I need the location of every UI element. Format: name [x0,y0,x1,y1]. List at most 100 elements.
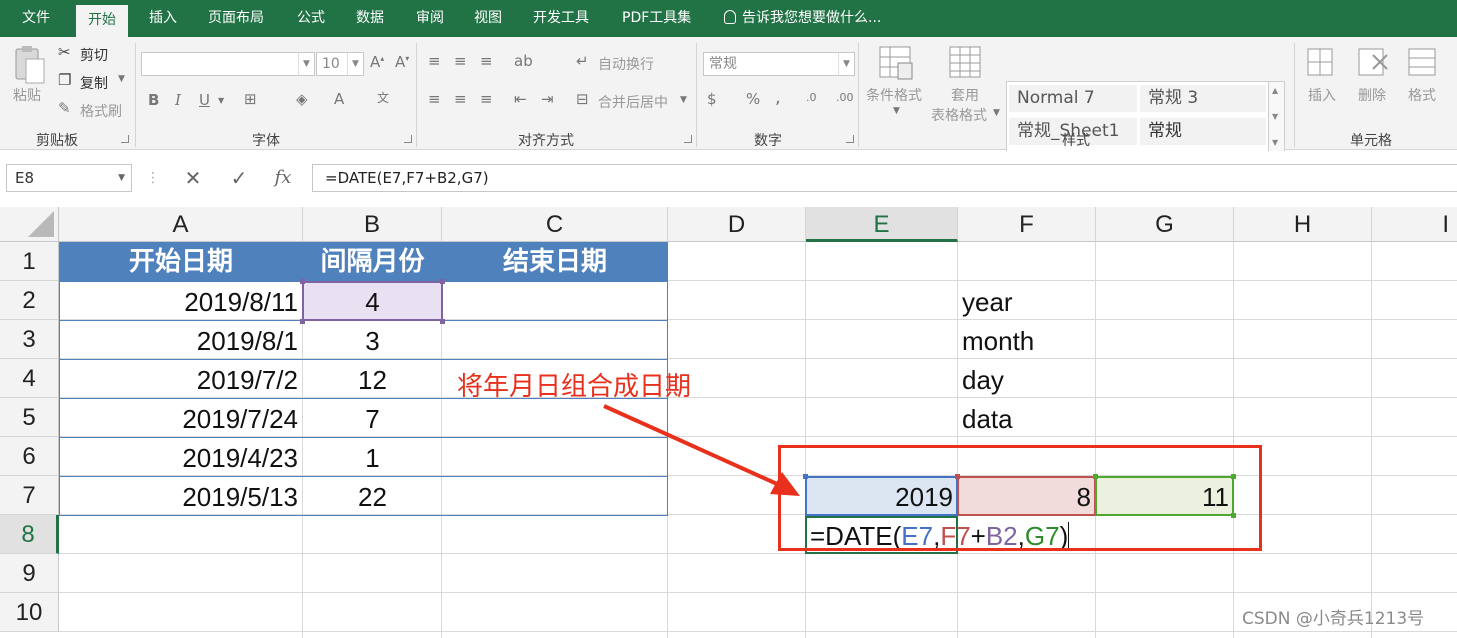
cell-a7[interactable]: 2019/5/13 [59,477,303,515]
cell-b7[interactable]: 22 [303,477,442,515]
wrap-text-button[interactable]: 自动换行 [598,54,654,74]
row-header-8[interactable]: 8 [0,515,59,554]
align-middle-icon[interactable]: ≡ [454,54,467,69]
cell-a3[interactable]: 2019/8/1 [59,321,303,359]
row-header-6[interactable]: 6 [0,437,59,476]
column-header-b[interactable]: B [303,207,442,242]
copy-button[interactable]: 复制 [80,73,108,93]
cut-button[interactable]: 剪切 [80,45,108,65]
number-launcher-icon[interactable] [846,135,854,143]
column-header-h[interactable]: H [1234,207,1372,242]
fill-color-icon[interactable]: ◈ [296,92,308,107]
shrink-font-icon[interactable]: A▾ [395,55,409,70]
font-launcher-icon[interactable] [404,135,412,143]
merge-dropdown-icon[interactable]: ▼ [680,96,687,105]
row-header-3[interactable]: 3 [0,320,59,359]
cell-f3[interactable]: month [957,321,1096,359]
tab-developer[interactable]: 开发工具 [533,0,589,37]
font-name-select[interactable]: ▼ [141,52,315,76]
tell-me-search[interactable]: 告诉我您想要做什么... [724,0,881,37]
row-header-1[interactable]: 1 [0,242,59,281]
insert-function-button[interactable]: fx [268,164,298,192]
increase-decimal-icon[interactable]: .0 [806,92,817,103]
style-normal-7[interactable]: Normal 7 [1009,85,1137,112]
row-header-4[interactable]: 4 [0,359,59,398]
column-header-a[interactable]: A [59,207,303,242]
percent-button[interactable]: % [746,92,760,107]
tab-pdf-tools[interactable]: PDF工具集 [622,0,691,37]
cell-f4[interactable]: day [957,360,1096,398]
cell-a2[interactable]: 2019/8/11 [59,282,303,320]
merge-center-button[interactable]: 合并后居中 [598,92,668,112]
cell-b6[interactable]: 1 [303,438,442,476]
underline-dropdown-icon[interactable]: ▼ [218,97,224,105]
chevron-down-icon[interactable]: ▼ [993,109,1000,118]
number-format-select[interactable]: 常规 ▼ [703,52,855,76]
format-cells-icon[interactable] [1407,45,1441,79]
format-painter-button[interactable]: 格式刷 [80,101,122,121]
cell-b5[interactable]: 7 [303,399,442,437]
clipboard-launcher-icon[interactable] [121,135,129,143]
currency-icon[interactable]: $ [707,92,717,107]
paste-label[interactable]: 粘贴 [13,85,41,105]
insert-cells-button[interactable]: 插入 [1308,85,1336,105]
column-header-c[interactable]: C [442,207,668,242]
align-top-icon[interactable]: ≡ [428,54,441,69]
increase-indent-icon[interactable]: ⇥ [541,92,554,107]
chevron-down-icon[interactable]: ▼ [893,107,900,116]
delete-cells-icon[interactable] [1357,45,1391,79]
chevron-up-icon[interactable]: ▲ [1272,86,1278,95]
cell-a5[interactable]: 2019/7/24 [59,399,303,437]
tab-view[interactable]: 视图 [474,0,502,37]
align-right-icon[interactable]: ≡ [480,92,493,107]
orientation-icon[interactable]: ab [514,54,533,69]
row-header-2[interactable]: 2 [0,281,59,320]
font-size-select[interactable]: 10 ▼ [316,52,364,76]
tab-insert[interactable]: 插入 [149,0,177,37]
cell-a4[interactable]: 2019/7/2 [59,360,303,398]
header-end-date[interactable]: 结束日期 [442,242,668,281]
more-icon[interactable]: ▼ [1272,138,1278,147]
header-start-date[interactable]: 开始日期 [59,242,303,281]
tab-review[interactable]: 审阅 [416,0,444,37]
formula-input[interactable]: =DATE(E7,F7+B2,G7) [312,164,1457,192]
cell-b2[interactable]: 4 [303,282,442,320]
tab-data[interactable]: 数据 [356,0,384,37]
cell-a6[interactable]: 2019/4/23 [59,438,303,476]
format-as-table-line1[interactable]: 套用 [951,85,979,105]
chevron-down-icon[interactable]: ▼ [118,165,125,191]
comma-button[interactable]: , [775,89,781,107]
column-header-g[interactable]: G [1096,207,1234,242]
phonetic-icon[interactable]: 文 [377,92,389,104]
cell-b4[interactable]: 12 [303,360,442,398]
worksheet-grid[interactable]: A B C D E F G H I 1 2 3 4 5 6 7 8 9 10 开… [0,207,1457,638]
cell-b3[interactable]: 3 [303,321,442,359]
row-header-9[interactable]: 9 [0,554,59,593]
format-cells-button[interactable]: 格式 [1408,85,1436,105]
paste-icon[interactable] [12,43,48,87]
grow-font-icon[interactable]: A▴ [370,55,384,70]
align-left-icon[interactable]: ≡ [428,92,441,107]
row-header-10[interactable]: 10 [0,593,59,632]
decrease-decimal-icon[interactable]: .00 [836,92,854,103]
column-header-e[interactable]: E [806,207,958,242]
bold-button[interactable]: B [148,93,159,108]
row-header-7[interactable]: 7 [0,476,59,515]
align-bottom-icon[interactable]: ≡ [480,54,493,69]
column-header-f[interactable]: F [958,207,1096,242]
cell-f2[interactable]: year [957,282,1096,320]
header-interval-months[interactable]: 间隔月份 [303,242,442,281]
select-all-button[interactable] [0,207,59,242]
delete-cells-button[interactable]: 删除 [1358,85,1386,105]
styles-scrollbar[interactable]: ▲ ▼ ▼ [1269,81,1285,156]
format-as-table-line2[interactable]: 表格格式 [931,105,987,125]
tab-formulas[interactable]: 公式 [297,0,325,37]
borders-icon[interactable]: ⊞ [244,92,257,107]
cancel-entry-icon[interactable]: ✕ [178,164,208,192]
tab-page-layout[interactable]: 页面布局 [208,0,264,37]
style-normal-3[interactable]: 常规 3 [1140,85,1266,112]
name-box[interactable]: E8 ▼ [6,164,132,192]
italic-button[interactable]: I [175,93,181,108]
conditional-formatting-button[interactable]: 条件格式 [866,85,922,105]
alignment-launcher-icon[interactable] [684,135,692,143]
